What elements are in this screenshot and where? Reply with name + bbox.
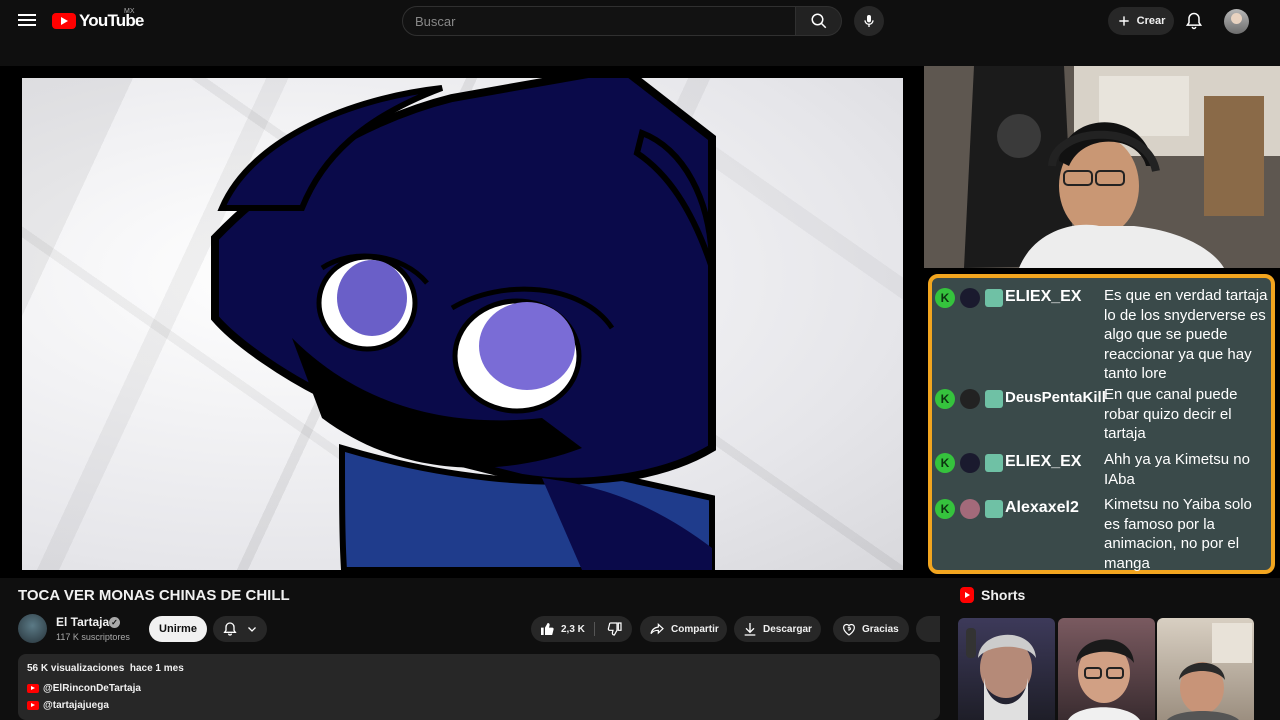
search-icon <box>811 13 826 29</box>
chat-message: K ELIEX_EX Es que en verdad tartaja lo d… <box>932 286 1271 382</box>
download-label: Descargar <box>763 623 812 635</box>
thanks-label: Gracias <box>862 623 899 635</box>
shorts-icon <box>960 587 974 603</box>
channel-avatar[interactable] <box>18 614 47 643</box>
short-thumbnail-image <box>1068 639 1140 720</box>
create-button[interactable]: Crear <box>1108 7 1174 35</box>
channel-link[interactable]: @ElRinconDeTartaja <box>27 683 141 694</box>
chat-message: K ELIEX_EX Ahh ya ya Kimetsu no IAba <box>932 450 1271 492</box>
share-icon <box>650 622 664 635</box>
super-thanks-icon <box>843 623 855 636</box>
plus-icon <box>1118 16 1129 26</box>
bell-icon <box>223 622 237 636</box>
chat-username: ELIEX_EX <box>1005 453 1082 470</box>
dislike-button[interactable] <box>597 616 632 642</box>
chat-badge-k-icon: K <box>935 453 955 473</box>
download-button[interactable]: Descargar <box>734 616 821 642</box>
short-thumbnail[interactable] <box>1058 618 1155 720</box>
youtube-icon <box>27 701 39 710</box>
short-thumbnail[interactable] <box>1157 618 1254 720</box>
youtube-logo[interactable]: YouTube MX <box>52 8 144 31</box>
masthead: YouTube MX Crear <box>0 0 1280 42</box>
divider <box>594 622 595 636</box>
user-badge-icon <box>960 499 980 519</box>
chat-username: DeusPentaKill <box>1005 389 1106 406</box>
user-badge-icon <box>960 288 980 308</box>
shorts-header: Shorts <box>960 587 1025 603</box>
view-count: 56 K visualizaciones <box>27 663 125 674</box>
chat-badge-k-icon: K <box>935 288 955 308</box>
view-stats: 56 K visualizaciones hace 1 mes <box>27 663 184 674</box>
short-thumbnail-image <box>966 628 1036 720</box>
channel-link-label: @ElRinconDeTartaja <box>43 683 141 694</box>
thanks-button[interactable]: Gracias <box>833 616 909 642</box>
share-button[interactable]: Compartir <box>640 616 727 642</box>
webcam-overlay <box>924 66 1280 268</box>
channel-link-label: @tartajajuega <box>43 700 109 711</box>
youtube-play-icon <box>52 13 76 29</box>
upload-date: hace 1 mes <box>129 663 184 674</box>
like-dislike-group: 2,3 K <box>531 616 632 642</box>
share-label: Compartir <box>671 623 719 635</box>
channel-name[interactable]: El Tartaja <box>56 615 109 629</box>
streamer-webcam-image <box>924 66 1280 268</box>
chat-username: Alexaxel2 <box>1005 499 1079 516</box>
voice-search-button[interactable] <box>854 6 884 36</box>
chat-message: K DeusPentaKill En que canal puede robar… <box>932 385 1271 447</box>
search-box <box>402 6 796 36</box>
download-icon <box>744 623 756 636</box>
sub-badge-icon <box>985 454 1003 472</box>
notifications-button[interactable] <box>1184 11 1204 31</box>
sub-badge-icon <box>985 289 1003 307</box>
cartoon-character-image <box>211 78 716 570</box>
bell-icon <box>1185 12 1203 30</box>
thumbs-down-icon <box>607 622 622 636</box>
create-label: Crear <box>1136 15 1166 27</box>
user-badge-icon <box>960 453 980 473</box>
thumbs-up-icon <box>541 623 554 635</box>
short-thumbnail[interactable] <box>958 618 1055 720</box>
chat-message: K Alexaxel2 Kimetsu no Yaiba solo es fam… <box>932 495 1271 575</box>
chat-username: ELIEX_EX <box>1005 288 1082 305</box>
subscription-notifications-button[interactable] <box>213 616 267 642</box>
youtube-icon <box>27 684 39 693</box>
live-chat-overlay: K ELIEX_EX Es que en verdad tartaja lo d… <box>928 274 1275 574</box>
description-box[interactable]: 56 K visualizaciones hace 1 mes @ElRinco… <box>18 654 940 720</box>
subscriber-count: 117 K suscriptores <box>56 632 130 642</box>
chat-badge-k-icon: K <box>935 389 955 409</box>
video-frame[interactable] <box>22 78 903 570</box>
chat-text: Kimetsu no Yaiba solo es famoso por la a… <box>1104 496 1252 572</box>
chat-badge-k-icon: K <box>935 499 955 519</box>
microphone-icon <box>864 15 874 27</box>
hamburger-menu-icon[interactable] <box>16 11 38 31</box>
search-input[interactable] <box>403 7 795 35</box>
verified-badge-icon: ✓ <box>109 617 120 628</box>
country-code: MX <box>124 8 135 15</box>
video-title: TOCA VER MONAS CHINAS DE CHILL <box>18 587 290 604</box>
chat-text: Es que en verdad tartaja lo de los snyde… <box>1104 287 1268 382</box>
like-count: 2,3 K <box>561 623 585 635</box>
short-thumbnail-image <box>1167 623 1252 720</box>
more-actions-button[interactable] <box>916 616 940 642</box>
sub-badge-icon <box>985 390 1003 408</box>
account-avatar[interactable] <box>1224 9 1249 34</box>
shorts-title: Shorts <box>981 587 1026 603</box>
channel-link[interactable]: @tartajajuega <box>27 700 109 711</box>
chat-text: En que canal puede robar quizo decir el … <box>1104 386 1238 442</box>
search-button[interactable] <box>796 6 842 36</box>
sub-badge-icon <box>985 500 1003 518</box>
join-button[interactable]: Unirme <box>149 616 207 642</box>
chevron-down-icon <box>248 627 256 632</box>
chat-text: Ahh ya ya Kimetsu no IAba <box>1104 451 1250 488</box>
user-badge-icon <box>960 389 980 409</box>
like-button[interactable]: 2,3 K <box>531 616 593 642</box>
